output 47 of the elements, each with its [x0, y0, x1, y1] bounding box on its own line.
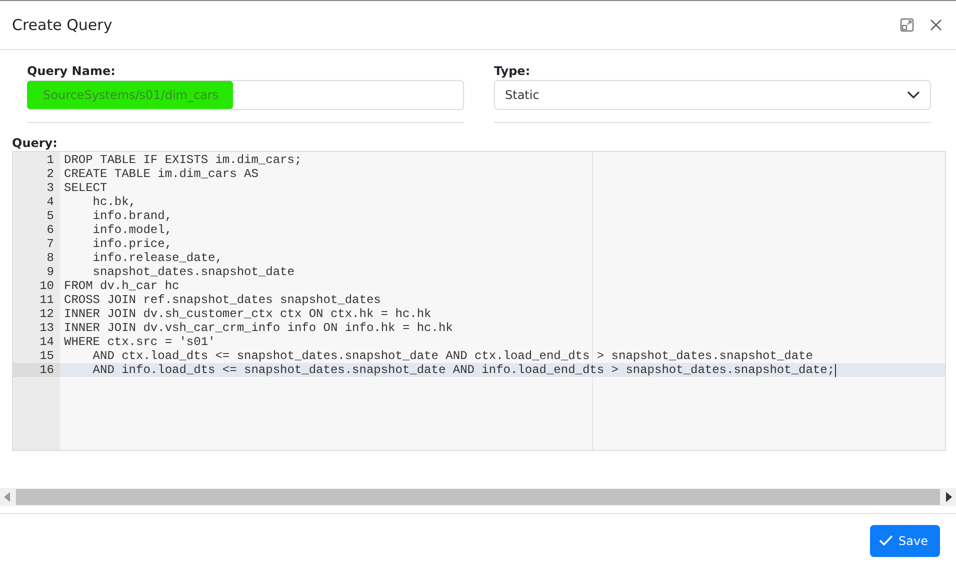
code-line: INNER JOIN dv.sh_customer_ctx ctx ON ctx.hk = hc.hk — [64, 307, 432, 321]
line-number: 8 — [46, 251, 54, 265]
code-line: hc.bk, — [92, 195, 136, 209]
code-line: SELECT — [64, 181, 108, 195]
line-number: 13 — [40, 321, 54, 335]
field-label: Type: — [494, 64, 532, 78]
checkmark-icon — [878, 535, 893, 546]
scroll-right-icon[interactable] — [946, 492, 952, 502]
field-label: Query: — [12, 136, 58, 150]
line-number: 2 — [46, 167, 54, 181]
code-line: info.price, — [92, 237, 172, 251]
code-line: AND ctx.load_dts <= snapshot_dates.snapshot_date AND ctx.load_end_dts > snapshot_dates.snapshot_date — [92, 349, 813, 363]
code-line: snapshot_dates.snapshot_date — [92, 265, 294, 279]
code-line: AND info.load_dts <= snapshot_dates.snapshot_date AND info.load_end_dts > snapshot_dates.snapshot_date; — [92, 363, 835, 377]
code-line: FROM dv.h_car hc — [64, 279, 180, 293]
code-line: WHERE ctx.src = 's01' — [64, 335, 216, 349]
code-line: DROP TABLE IF EXISTS im.dim_cars; — [64, 153, 302, 167]
dialog-title: Create Query — [12, 16, 112, 34]
line-number: 14 — [40, 335, 54, 349]
line-number: 5 — [46, 209, 54, 223]
code-line: CREATE TABLE im.dim_cars AS — [64, 167, 258, 181]
line-number: 9 — [46, 265, 54, 279]
line-number: 4 — [46, 195, 54, 209]
line-number: 10 — [40, 279, 54, 293]
code-line: info.model, — [92, 223, 172, 237]
line-number: 6 — [46, 223, 54, 237]
expand-icon[interactable] — [900, 18, 914, 32]
line-number: 11 — [40, 293, 54, 307]
code-line: info.release_date, — [92, 251, 222, 265]
line-number: 16 — [40, 363, 54, 377]
query-name-field[interactable]: SourceSystems/s01/dim_cars — [27, 80, 464, 110]
line-number: 15 — [40, 349, 54, 363]
text-cursor — [834, 364, 836, 376]
close-icon[interactable] — [930, 19, 942, 31]
chevron-down-icon — [907, 91, 920, 99]
code-editor[interactable] — [12, 151, 946, 451]
field-label: Query Name: — [27, 64, 116, 78]
save-button[interactable]: Save — [870, 524, 940, 556]
code-line: CROSS JOIN ref.snapshot_dates snapshot_dates — [64, 293, 381, 307]
type-dropdown[interactable]: Static — [494, 80, 931, 110]
line-number: 12 — [40, 307, 54, 321]
line-number: 1 — [46, 153, 54, 167]
code-line: INNER JOIN dv.vsh_car_crm_info info ON info.hk = hc.hk — [64, 321, 453, 335]
line-number: 7 — [46, 237, 54, 251]
line-number: 3 — [46, 181, 54, 195]
scroll-left-icon[interactable] — [4, 492, 10, 502]
code-line: info.brand, — [92, 209, 172, 223]
